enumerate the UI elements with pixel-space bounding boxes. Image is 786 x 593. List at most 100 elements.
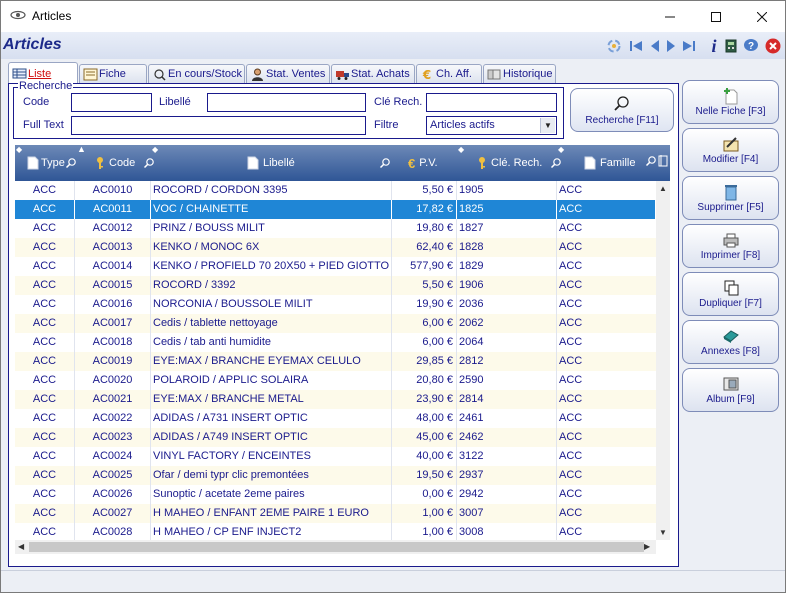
cell-pv: 40,00 € bbox=[392, 447, 457, 466]
cell-type: ACC bbox=[15, 200, 75, 219]
horizontal-scrollbar[interactable]: ◀ ▶ bbox=[15, 540, 656, 554]
next-record-button[interactable] bbox=[662, 37, 680, 55]
table-row[interactable]: ACC AC0024 VINYL FACTORY / ENCEINTES 40,00 … bbox=[15, 447, 656, 466]
sort-asc-icon[interactable]: ▲ bbox=[77, 145, 86, 154]
page-title: Articles bbox=[3, 36, 62, 53]
column-search-icon[interactable] bbox=[65, 157, 77, 169]
search-button[interactable]: Recherche [F11] bbox=[570, 88, 674, 132]
cell-code: AC0022 bbox=[75, 409, 151, 428]
column-header-libelle[interactable]: Libellé bbox=[247, 155, 295, 171]
fulltext-input[interactable] bbox=[71, 116, 366, 135]
chevron-down-icon[interactable]: ▼ bbox=[540, 118, 555, 133]
maximize-button[interactable] bbox=[693, 1, 739, 32]
table-row[interactable]: ACC AC0022 ADIDAS / A731 INSERT OPTIC 48,00… bbox=[15, 409, 656, 428]
cell-famille: ACC bbox=[559, 317, 583, 329]
table-row[interactable]: ACC AC0019 EYE:MAX / BRANCHE EYEMAX CELULO… bbox=[15, 352, 656, 371]
scroll-up-icon[interactable]: ▲ bbox=[659, 184, 667, 193]
tab-en-cours-stock[interactable]: En cours/Stock bbox=[148, 64, 245, 83]
tab-fiche[interactable]: Fiche bbox=[79, 64, 147, 83]
table-row[interactable]: ACC AC0025 Ofar / demi typr clic premontée… bbox=[15, 466, 656, 485]
cell-famille: ACC bbox=[559, 336, 583, 348]
table-row[interactable]: ACC AC0026 Sunoptic / acetate 2eme paires 0… bbox=[15, 485, 656, 504]
table-row[interactable]: ACC AC0010 ROCORD / CORDON 3395 5,50 €1905 A… bbox=[15, 181, 656, 200]
scroll-left-icon[interactable]: ◀ bbox=[18, 542, 24, 551]
album-button[interactable]: Album [F9] bbox=[682, 368, 779, 412]
help-icon: ? bbox=[744, 39, 758, 52]
table-row[interactable]: ACC AC0016 NORCONIA / BOUSSOLE MILIT 19,90 … bbox=[15, 295, 656, 314]
tab-ch-aff[interactable]: € Ch. Aff. bbox=[416, 64, 482, 83]
cell-famille: ACC bbox=[559, 222, 583, 234]
column-search-icon[interactable] bbox=[550, 157, 562, 169]
minimize-button[interactable] bbox=[647, 1, 693, 32]
info-button[interactable]: i bbox=[705, 36, 723, 56]
close-module-button[interactable] bbox=[764, 37, 782, 55]
column-search-icon[interactable] bbox=[143, 157, 155, 169]
table-row[interactable]: ACC AC0017 Cedis / tablette nettoyage 6,00 … bbox=[15, 314, 656, 333]
maximize-icon bbox=[711, 11, 721, 22]
cell-pv: 20,80 € bbox=[392, 371, 457, 390]
table-row[interactable]: ACC AC0011 VOC / CHAINETTE 17,82 €1825 ACC bbox=[15, 200, 656, 219]
tab-stat-ventes[interactable]: Stat. Ventes bbox=[246, 64, 330, 83]
filtre-value: Articles actifs bbox=[430, 119, 495, 131]
last-record-button[interactable] bbox=[680, 37, 698, 55]
tab-liste-label: Liste bbox=[28, 67, 52, 80]
first-record-button[interactable] bbox=[627, 37, 645, 55]
album-label: Album [F9] bbox=[706, 394, 755, 405]
first-arrow-icon bbox=[630, 41, 642, 51]
sort-arrow-icon[interactable]: ◆ bbox=[458, 145, 464, 154]
calculator-button[interactable] bbox=[722, 37, 740, 55]
cell-pv: 45,00 € bbox=[392, 428, 457, 447]
cell-cle-rech: 2461 bbox=[457, 409, 557, 428]
help-button[interactable]: ? bbox=[742, 37, 760, 55]
tab-stat-achats[interactable]: Stat. Achats bbox=[331, 64, 415, 83]
cle-rech-input[interactable] bbox=[426, 93, 557, 112]
table-row[interactable]: ACC AC0013 KENKO / MONOC 6X 62,40 €1828 ACC bbox=[15, 238, 656, 257]
column-header-famille[interactable]: Famille bbox=[584, 155, 635, 171]
cell-type: ACC bbox=[15, 485, 75, 504]
table-row[interactable]: ACC AC0023 ADIDAS / A749 INSERT OPTIC 45,00… bbox=[15, 428, 656, 447]
close-window-button[interactable] bbox=[739, 1, 785, 32]
table-row[interactable]: ACC AC0012 PRINZ / BOUSS MILIT 19,80 €1827 A… bbox=[15, 219, 656, 238]
cell-famille: ACC bbox=[559, 374, 583, 386]
horizontal-scroll-thumb[interactable] bbox=[29, 542, 644, 552]
column-search-icon[interactable] bbox=[379, 157, 391, 169]
annexes-button[interactable]: Annexes [F8] bbox=[682, 320, 779, 364]
cell-type: ACC bbox=[15, 238, 75, 257]
cell-cle-rech: 2036 bbox=[457, 295, 557, 314]
refresh-button[interactable] bbox=[605, 37, 623, 55]
modify-button[interactable]: Modifier [F4] bbox=[682, 128, 779, 172]
filtre-select[interactable]: Articles actifs ▼ bbox=[426, 116, 557, 135]
delete-button[interactable]: Supprimer [F5] bbox=[682, 176, 779, 220]
table-row[interactable]: ACC AC0015 ROCORD / 3392 5,50 €1906 ACC bbox=[15, 276, 656, 295]
column-search-icon[interactable] bbox=[645, 155, 657, 167]
key-icon bbox=[479, 157, 485, 169]
table-row[interactable]: ACC AC0021 EYE:MAX / BRANCHE METAL 23,90 €2… bbox=[15, 390, 656, 409]
eye-app-icon bbox=[10, 10, 26, 20]
new-record-button[interactable]: Nelle Fiche [F3] bbox=[682, 80, 779, 124]
tab-historique[interactable]: Historique bbox=[483, 64, 556, 83]
column-header-type[interactable]: Type bbox=[27, 155, 77, 171]
column-header-pv[interactable]: € P.V. bbox=[408, 155, 438, 171]
cell-code: AC0021 bbox=[75, 390, 151, 409]
scroll-right-icon[interactable]: ▶ bbox=[644, 542, 650, 551]
table-row[interactable]: ACC AC0027 H MAHEO / ENFANT 2EME PAIRE 1 E… bbox=[15, 504, 656, 523]
scroll-down-icon[interactable]: ▼ bbox=[659, 528, 667, 537]
cell-pv: 62,40 € bbox=[392, 238, 457, 257]
column-settings-icon[interactable] bbox=[657, 154, 668, 167]
column-header-code[interactable]: Code bbox=[95, 155, 155, 171]
print-button[interactable]: Imprimer [F8] bbox=[682, 224, 779, 268]
cell-cle-rech: 3122 bbox=[457, 447, 557, 466]
duplicate-button[interactable]: Dupliquer [F7] bbox=[682, 272, 779, 316]
libelle-input[interactable] bbox=[207, 93, 366, 112]
table-row[interactable]: ACC AC0020 POLAROID / APPLIC SOLAIRA 20,80 … bbox=[15, 371, 656, 390]
code-input[interactable] bbox=[71, 93, 152, 112]
table-row[interactable]: ACC AC0014 KENKO / PROFIELD 70 20X50 + PIE… bbox=[15, 257, 656, 276]
column-header-pv-label: P.V. bbox=[419, 157, 438, 169]
sort-arrow-icon[interactable]: ◆ bbox=[152, 145, 158, 154]
vertical-scrollbar[interactable]: ▲ ▼ bbox=[656, 181, 670, 540]
sort-arrow-icon[interactable]: ◆ bbox=[558, 145, 564, 154]
sort-arrow-icon[interactable]: ◆ bbox=[16, 145, 22, 154]
cell-code: AC0024 bbox=[75, 447, 151, 466]
table-row[interactable]: ACC AC0018 Cedis / tab anti humidite 6,00 €… bbox=[15, 333, 656, 352]
column-header-cle-rech[interactable]: Clé. Rech. bbox=[477, 155, 562, 171]
